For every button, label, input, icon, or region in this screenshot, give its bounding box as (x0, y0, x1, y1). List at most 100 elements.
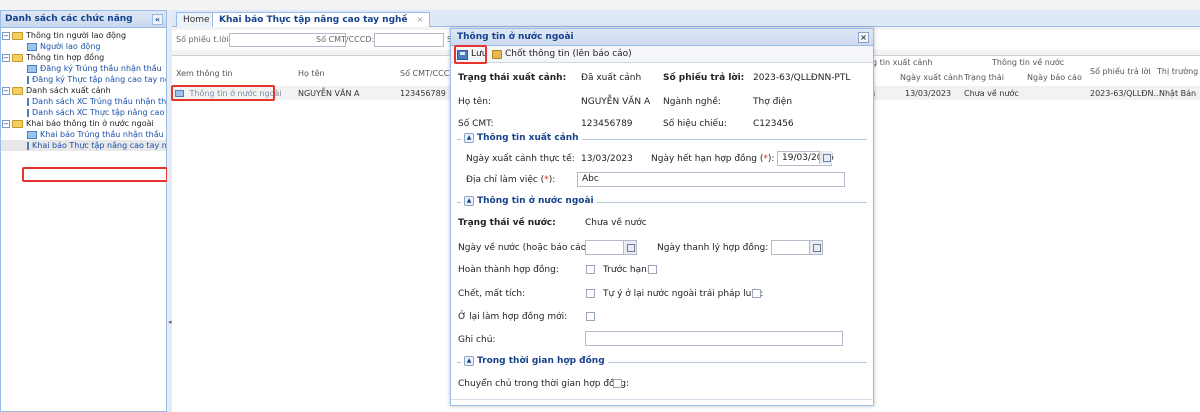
tab-home[interactable]: Home (176, 12, 217, 27)
cell-so-cmt: 123456789 (400, 89, 446, 98)
save-label: Lưu (471, 49, 488, 59)
truoc-han-checkbox[interactable] (648, 265, 657, 274)
page-icon (27, 75, 29, 84)
ngay-het-han-datepicker[interactable] (815, 151, 832, 166)
page-icon (27, 130, 37, 139)
cell-ho-ten: NGUYỄN VĂN A (298, 89, 360, 98)
collapse-toggle-icon[interactable]: − (2, 119, 10, 128)
collapse-toggle-icon[interactable]: − (2, 86, 10, 95)
view-info-label: Thông tin ở nước ngoài (189, 89, 282, 98)
tab-bar: Home Khai báo Thực tập nâng cao tay nghề… (172, 10, 1200, 27)
trong-thoi-gian-legend-label: Trong thời gian hợp đồng (477, 356, 605, 366)
ngay-ve-nuoc-input[interactable] (585, 240, 637, 255)
tab-label: Khai báo Thực tập nâng cao tay nghề (219, 15, 408, 25)
folder-icon (12, 119, 23, 128)
so-cmt-filter-label: Số CMT/CCCD: (316, 35, 375, 44)
dia-chi-value: Abc (582, 174, 599, 184)
o-lai-checkbox[interactable] (586, 312, 595, 321)
tu-y-checkbox[interactable] (752, 289, 761, 298)
trang-thai-ve-nuoc-value: Chưa về nước (585, 218, 647, 228)
so-phieu-filter-label: Số phiếu t.lời: (176, 35, 232, 44)
tree-group-nguoi-lao-dong[interactable]: − Thông tin người lao động (1, 30, 166, 41)
collapse-section-icon[interactable]: ▲ (464, 356, 474, 366)
dia-chi-label: Địa chỉ làm việc (*): (466, 175, 555, 185)
col-header-ngay-bao-cao[interactable]: Ngày báo cáo (1027, 73, 1082, 82)
collapse-toggle-icon[interactable]: − (2, 53, 10, 62)
cell-trang-thai: Chưa về nước (964, 89, 1019, 98)
tab-khai-bao-thuc-tap[interactable]: Khai báo Thực tập nâng cao tay nghề × (212, 12, 431, 27)
so-hieu-chieu-label: Số hiệu chiếu: (663, 119, 727, 129)
dialog-toolbar: Lưu Chốt thông tin (lên báo cáo) (451, 46, 873, 63)
function-panel-title: Danh sách các chức năng (5, 14, 133, 24)
ho-ten-label: Họ tên: (458, 97, 491, 107)
col-header-thi-truong[interactable]: Thị trường (1157, 67, 1198, 76)
tree-group-xuat-canh[interactable]: − Danh sách xuất cảnh (1, 85, 166, 96)
ngay-xc-label: Ngày xuất cảnh thực tế: (466, 154, 575, 164)
cell-thi-truong: Nhật Bản (1159, 89, 1197, 98)
tree-group-label: Thông tin hợp đồng (26, 53, 105, 62)
cell-ngay-xuat-canh: 13/03/2023 (905, 89, 952, 98)
save-button[interactable]: Lưu (457, 48, 487, 61)
dialog-title-bar[interactable]: Thông tin ở nước ngoài × (451, 29, 873, 46)
ghi-chu-input[interactable] (585, 331, 843, 346)
page-icon (27, 108, 29, 117)
collapse-toggle-icon[interactable]: − (2, 31, 10, 40)
tree-item-xc-trung-thau[interactable]: Danh sách XC Trúng thầu nhận thầu (1, 96, 166, 107)
o-lai-label: Ở lại làm hợp đồng mới: (458, 312, 568, 322)
close-dialog-button[interactable]: × (858, 32, 869, 43)
tree-item-label: Danh sách XC Trúng thầu nhận thầu (32, 97, 167, 106)
collapse-section-icon[interactable]: ▲ (464, 133, 474, 143)
tree-item-label: Đăng ký Thực tập nâng cao tay nghề (32, 75, 167, 84)
calendar-icon[interactable] (809, 241, 822, 254)
so-cmt-filter-input[interactable] (374, 33, 444, 47)
col-header-ho-ten[interactable]: Họ tên (298, 69, 325, 78)
col-header-xem-thong-tin[interactable]: Xem thông tin (176, 69, 233, 78)
xuat-canh-legend-label: Thông tin xuất cảnh (477, 133, 579, 143)
tree-item-dk-thuc-tap[interactable]: Đăng ký Thực tập nâng cao tay nghề (1, 74, 166, 85)
col-header-so-phieu-tra-loi[interactable]: Số phiếu trả lời (1090, 67, 1151, 76)
splitter-arrow-icon[interactable]: ◂ (168, 318, 172, 326)
col-header-ngay-xuat-canh[interactable]: Ngày xuất cảnh (900, 73, 963, 82)
chet-mat-tich-checkbox[interactable] (586, 289, 595, 298)
truoc-han-label: Trước hạn: (603, 265, 650, 275)
so-cmt-value: 123456789 (581, 119, 633, 129)
collapse-panel-button[interactable]: « (152, 14, 163, 25)
col-header-trang-thai[interactable]: Trạng thái (964, 73, 1004, 82)
tree-item-kb-trung-thau[interactable]: Khai báo Trúng thầu nhận thầu (1, 129, 166, 140)
close-tab-icon[interactable]: × (417, 15, 424, 24)
xuat-canh-legend[interactable]: ▲ Thông tin xuất cảnh (461, 133, 582, 143)
ngay-het-han-label-text: Ngày hết hạn hợp đồng ( (651, 154, 764, 164)
calendar-icon[interactable] (623, 241, 636, 254)
tree-item-nguoi-lao-dong[interactable]: Người lao động (1, 41, 166, 52)
dia-chi-input[interactable]: Abc (577, 172, 845, 187)
ngay-thanh-ly-input[interactable] (771, 240, 823, 255)
tree-item-label: Khai báo Trúng thầu nhận thầu (40, 130, 164, 139)
dia-chi-label-text: Địa chỉ làm việc ( (466, 175, 545, 185)
lock-icon (492, 50, 502, 59)
calendar-icon (175, 90, 184, 97)
tree-group-hop-dong[interactable]: − Thông tin hợp đồng (1, 52, 166, 63)
trong-thoi-gian-legend[interactable]: ▲ Trong thời gian hợp đồng (461, 356, 608, 366)
hoan-thanh-label: Hoàn thành hợp đồng: (458, 265, 559, 275)
chet-mat-tich-label: Chết, mất tích: (458, 289, 526, 299)
finalize-info-button[interactable]: Chốt thông tin (lên báo cáo) (492, 48, 632, 61)
page-icon (27, 64, 37, 73)
trang-thai-xc-value: Đã xuất cảnh (581, 73, 642, 83)
view-info-link[interactable]: Thông tin ở nước ngoài (175, 89, 282, 98)
finalize-label: Chốt thông tin (lên báo cáo) (505, 49, 632, 59)
tree-item-label: Người lao động (40, 42, 101, 51)
col-header-so-cmt[interactable]: Số CMT/CCCD (400, 69, 456, 78)
cell-so-phieu: 2023-63/QLLĐN... (1090, 89, 1162, 98)
collapse-section-icon[interactable]: ▲ (464, 196, 474, 206)
ngay-thanh-ly-label: Ngày thanh lý hợp đồng: (657, 243, 769, 253)
calendar-icon[interactable] (819, 151, 832, 164)
chuyen-chu-checkbox[interactable] (613, 379, 622, 388)
nuoc-ngoai-legend[interactable]: ▲ Thông tin ở nước ngoài (461, 196, 597, 206)
tree-group-label: Thông tin người lao động (26, 31, 127, 40)
tree-item-kb-thuc-tap[interactable]: Khai báo Thực tập nâng cao tay nghề (1, 140, 166, 151)
tree-item-xc-thuc-tap[interactable]: Danh sách XC Thực tập nâng cao tay (1, 107, 166, 118)
hoan-thanh-checkbox[interactable] (586, 265, 595, 274)
tree-item-dk-trung-thau[interactable]: Đăng ký Trúng thầu nhận thầu (1, 63, 166, 74)
tree-item-label: Khai báo Thực tập nâng cao tay nghề (32, 141, 167, 150)
tree-group-khai-bao[interactable]: − Khai báo thông tin ở nước ngoài (1, 118, 166, 129)
